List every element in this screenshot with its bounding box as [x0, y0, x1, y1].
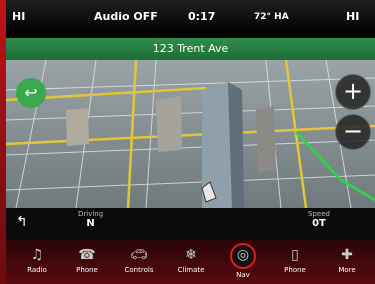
status-right[interactable]: HI [346, 10, 359, 23]
more-icon: ✚ [341, 247, 353, 263]
info-bar: ↰ Driving N Speed 0T [6, 208, 375, 240]
back-icon[interactable]: ↰ [16, 214, 28, 230]
nav-screen: HI Audio OFF 0:17 72° HA HI 123 Trent Av… [0, 0, 375, 284]
phone2-icon: ▯ [291, 247, 299, 263]
zoom-in-button[interactable]: + [335, 74, 371, 110]
menu-nav-label: Nav [236, 271, 250, 279]
menu-phone-label: Phone [76, 266, 98, 274]
menu-controls-label: Controls [124, 266, 154, 274]
green-button[interactable]: ↩ [16, 78, 46, 108]
menu-more[interactable]: ✚ More [324, 240, 370, 284]
heading-info: Driving N [78, 210, 103, 229]
speed-label: Speed [308, 210, 330, 218]
climate-icon: ❄ [185, 247, 197, 263]
nav-icon: ◎ [230, 243, 256, 269]
heading-value: N [86, 218, 95, 229]
heading-label: Driving [78, 210, 104, 218]
audio-status[interactable]: Audio OFF [94, 10, 158, 23]
map-view[interactable]: ↩ + − [6, 60, 375, 208]
speed-info: Speed 0T [308, 210, 330, 229]
phone-icon: ☎ [78, 247, 96, 263]
status-bar: HI Audio OFF 0:17 72° HA HI [6, 0, 375, 36]
speed-value: 0T [312, 218, 326, 229]
menu-radio-label: Radio [27, 266, 47, 274]
map-canvas[interactable] [6, 60, 375, 208]
menu-phone-2[interactable]: ▯ Phone [272, 240, 318, 284]
menu-radio[interactable]: ♫ Radio [14, 240, 60, 284]
clock: 0:17 [188, 10, 216, 23]
temperature: 72° HA [254, 12, 289, 22]
radio-icon: ♫ [30, 247, 44, 263]
menu-climate-label: Climate [177, 266, 205, 274]
status-left[interactable]: HI [12, 10, 25, 23]
menu-bar: ♫ Radio ☎ Phone 🚗︎ Controls ❄ Climate ◎ … [6, 240, 375, 284]
car-icon: 🚗︎ [130, 247, 148, 263]
street-banner: 123 Trent Ave [6, 38, 375, 60]
menu-phone[interactable]: ☎ Phone [64, 240, 110, 284]
menu-climate[interactable]: ❄ Climate [168, 240, 214, 284]
menu-nav[interactable]: ◎ Nav [220, 240, 266, 284]
menu-phone2-label: Phone [284, 266, 306, 274]
menu-more-label: More [338, 266, 356, 274]
zoom-out-button[interactable]: − [335, 114, 371, 150]
menu-controls[interactable]: 🚗︎ Controls [116, 240, 162, 284]
